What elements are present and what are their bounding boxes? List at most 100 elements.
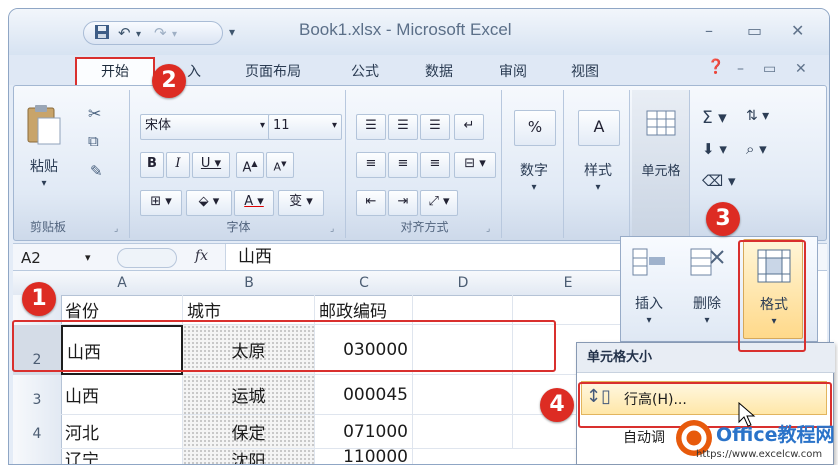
watermark-brand: Office教程网 <box>716 424 835 446</box>
insert-button[interactable]: 插入 <box>627 293 671 313</box>
minimize-icon[interactable]: – <box>705 21 713 40</box>
row-header-5[interactable] <box>13 449 62 464</box>
insert-function-icon[interactable]: fx <box>195 248 208 264</box>
fill-color-icon[interactable]: ⬙ ▾ <box>186 190 232 216</box>
row-header-4[interactable]: 4 <box>13 415 62 450</box>
grow-font-icon[interactable]: A▲ <box>236 152 264 178</box>
cut-icon[interactable]: ✂ <box>88 104 101 123</box>
maximize-icon[interactable]: ▭ <box>747 21 762 40</box>
align-right-icon[interactable]: ≡ <box>420 152 450 178</box>
column-header-b[interactable]: B <box>183 271 316 296</box>
percent-format-icon[interactable]: % <box>514 110 556 146</box>
formula-input[interactable]: 山西 <box>225 244 625 270</box>
table-cell[interactable]: 辽宁 <box>61 449 183 464</box>
font-name-dropdown-icon[interactable]: ▾ <box>260 115 265 137</box>
table-cell[interactable]: 运城 <box>183 375 315 415</box>
sort-filter-icon[interactable]: ⇅ ▾ <box>746 108 769 124</box>
table-cell[interactable]: 山西 <box>61 375 183 415</box>
tab-view[interactable]: 视图 <box>571 61 599 81</box>
ribbon: 粘贴 ▾ ✂ ⧉ ✎ 剪贴板 ⌟ 宋体 ▾ 11 ▾ B I U ▾ A▲ A▼ ⊞… <box>13 85 827 241</box>
undo-dropdown-icon[interactable]: ▾ <box>136 26 141 44</box>
cells-icon <box>644 108 678 138</box>
close-icon[interactable]: ✕ <box>791 21 804 40</box>
tab-page-layout[interactable]: 页面布局 <box>245 61 301 81</box>
clipboard-launcher-icon[interactable]: ⌟ <box>114 224 118 234</box>
cells-group[interactable]: 单元格 <box>632 90 690 238</box>
merge-center-icon[interactable]: ⊟ ▾ <box>454 152 496 178</box>
font-color-icon[interactable]: A ▾ <box>234 190 274 216</box>
table-cell[interactable]: 保定 <box>183 415 315 449</box>
fill-icon[interactable]: ⬇ ▾ <box>702 140 727 158</box>
name-box-dropdown-icon[interactable]: ▾ <box>85 248 91 268</box>
align-left-icon[interactable]: ≡ <box>356 152 386 178</box>
clear-icon[interactable]: ⌫ ▾ <box>702 172 736 190</box>
tab-formulas[interactable]: 公式 <box>351 61 379 81</box>
decrease-indent-icon[interactable]: ⇤ <box>356 190 386 216</box>
wrap-text-icon[interactable]: ↵ <box>454 114 484 140</box>
number-label[interactable]: 数字 <box>504 160 564 180</box>
align-center-icon[interactable]: ≡ <box>388 152 418 178</box>
delete-cells-icon[interactable] <box>687 245 727 281</box>
tab-insert[interactable]: 入 <box>187 61 201 81</box>
format-painter-icon[interactable]: ✎ <box>90 162 103 180</box>
table-cell[interactable]: 沈阳 <box>183 449 315 464</box>
column-header-c[interactable]: C <box>315 271 414 296</box>
tab-home[interactable]: 开始 <box>75 57 155 85</box>
step-badge-2: 2 <box>152 64 186 98</box>
orientation-icon[interactable]: ⤢ ▾ <box>420 190 458 216</box>
increase-indent-icon[interactable]: ⇥ <box>388 190 418 216</box>
help-icon[interactable]: ❓ <box>707 59 724 75</box>
table-cell[interactable]: 000045 <box>315 375 413 415</box>
styles-dropdown-icon[interactable]: ▾ <box>566 182 630 193</box>
alignment-launcher-icon[interactable]: ⌟ <box>486 224 490 234</box>
paste-dropdown-icon[interactable]: ▾ <box>34 178 54 189</box>
font-name-select[interactable]: 宋体 ▾ <box>140 114 270 140</box>
italic-icon[interactable]: I <box>166 152 190 178</box>
copy-icon[interactable]: ⧉ <box>88 132 99 150</box>
font-launcher-icon[interactable]: ⌟ <box>330 224 334 234</box>
column-header-a[interactable]: A <box>61 271 184 296</box>
paste-label[interactable]: 粘贴 <box>24 156 64 176</box>
align-bottom-icon[interactable]: ☰ <box>420 114 450 140</box>
styles-label[interactable]: 样式 <box>566 160 630 180</box>
workbook-close-icon[interactable]: ✕ <box>795 61 807 77</box>
customize-qat-icon[interactable]: ▾ <box>229 23 235 41</box>
shrink-font-icon[interactable]: A▼ <box>266 152 294 178</box>
table-cell[interactable] <box>413 375 513 415</box>
name-box[interactable]: A2 ▾ <box>21 248 107 268</box>
number-dropdown-icon[interactable]: ▾ <box>504 182 564 193</box>
tab-review[interactable]: 审阅 <box>499 61 527 81</box>
table-cell[interactable] <box>413 415 513 449</box>
align-top-icon[interactable]: ☰ <box>356 114 386 140</box>
ribbon-restore-icon[interactable]: ▭ <box>763 61 776 77</box>
table-cell[interactable]: 071000 <box>315 415 413 449</box>
undo-icon[interactable]: ↶ <box>118 24 131 42</box>
autosum-icon[interactable]: Σ ▾ <box>702 108 727 128</box>
save-icon[interactable] <box>94 24 110 42</box>
insert-dropdown-icon[interactable]: ▾ <box>627 315 671 326</box>
autofit-row-height-menu-item[interactable]: 自动调 <box>623 427 665 447</box>
delete-dropdown-icon[interactable]: ▾ <box>685 315 729 326</box>
table-cell[interactable]: 河北 <box>61 415 183 449</box>
table-cell[interactable]: 110000 <box>315 449 413 465</box>
redo-dropdown-icon[interactable]: ▾ <box>172 26 177 44</box>
find-select-icon[interactable]: ⌕ ▾ <box>746 140 767 158</box>
paste-icon[interactable] <box>24 104 64 148</box>
align-middle-icon[interactable]: ☰ <box>388 114 418 140</box>
underline-icon[interactable]: U ▾ <box>192 152 230 178</box>
phonetic-icon[interactable]: 变 ▾ <box>278 190 324 216</box>
cell-text: 110000 <box>343 449 408 465</box>
borders-icon[interactable]: ⊞ ▾ <box>140 190 182 216</box>
styles-icon[interactable]: A <box>578 110 620 146</box>
insert-cells-icon[interactable] <box>629 245 669 281</box>
redo-icon[interactable]: ↷ <box>154 24 167 42</box>
ribbon-minimize-icon[interactable]: – <box>737 61 744 77</box>
font-size-select[interactable]: 11 ▾ <box>268 114 342 140</box>
column-header-d[interactable]: D <box>413 271 514 296</box>
bold-icon[interactable]: B <box>140 152 164 178</box>
column-header-e[interactable]: E <box>513 271 624 296</box>
row-header-3[interactable]: 3 <box>13 375 62 416</box>
delete-button[interactable]: 删除 <box>685 293 729 313</box>
tab-data[interactable]: 数据 <box>425 61 453 81</box>
font-size-dropdown-icon[interactable]: ▾ <box>332 115 337 137</box>
